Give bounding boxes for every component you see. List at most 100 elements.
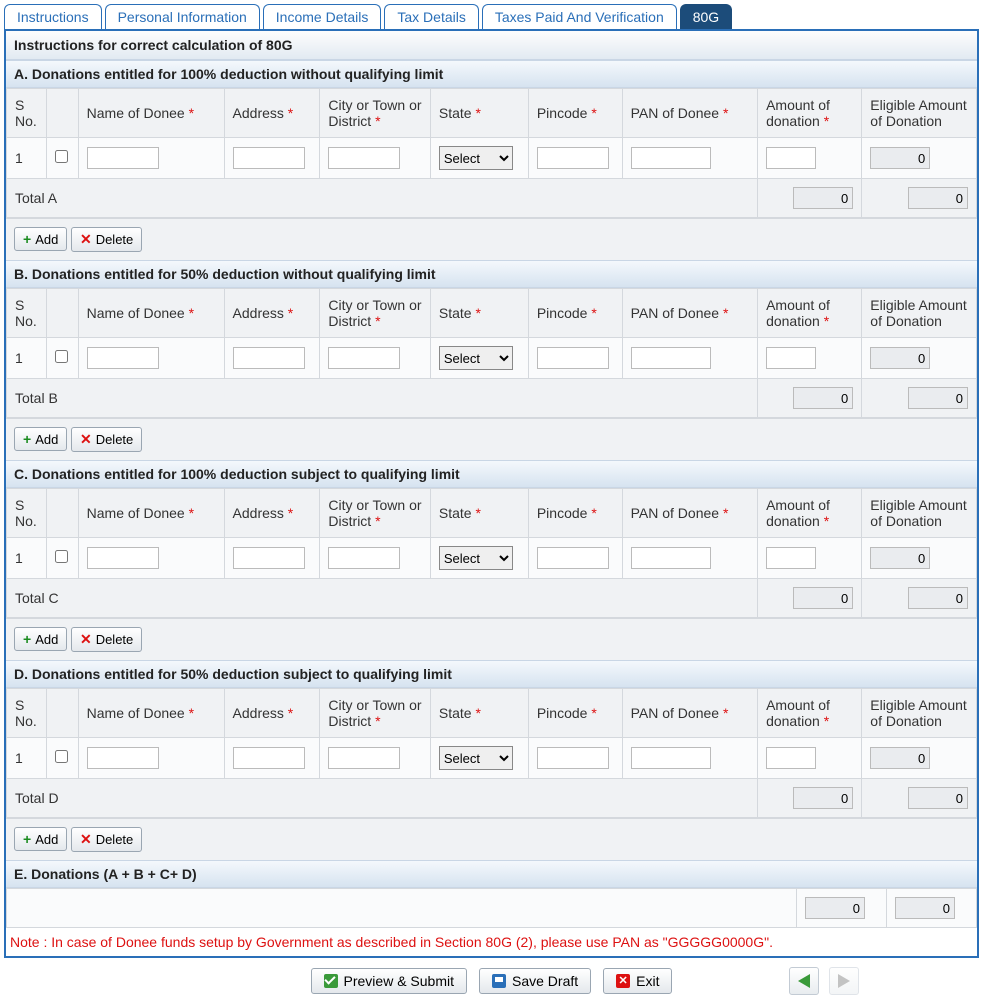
- table-row: 1 Select: [7, 138, 977, 179]
- amount-input[interactable]: [766, 547, 816, 569]
- col-eligible: Eligible Amount of Donation: [862, 89, 977, 138]
- section-b-table: S No. Name of Donee * Address * City or …: [6, 288, 977, 418]
- pan-input[interactable]: [631, 147, 711, 169]
- donee-input[interactable]: [87, 347, 159, 369]
- tab-income-details[interactable]: Income Details: [263, 4, 382, 29]
- section-d-table: S No. Name of Donee * Address * City or …: [6, 688, 977, 818]
- total-c-amount: [793, 587, 853, 609]
- address-input[interactable]: [233, 547, 305, 569]
- section-d-buttons: +Add ✕Delete: [6, 818, 977, 860]
- city-input[interactable]: [328, 347, 400, 369]
- amount-input[interactable]: [766, 747, 816, 769]
- save-draft-button[interactable]: Save Draft: [479, 968, 591, 994]
- pincode-input[interactable]: [537, 547, 609, 569]
- delete-button[interactable]: ✕Delete: [71, 227, 142, 252]
- state-select[interactable]: Select: [439, 746, 513, 770]
- donee-input[interactable]: [87, 547, 159, 569]
- state-select[interactable]: Select: [439, 546, 513, 570]
- add-button[interactable]: +Add: [14, 627, 67, 651]
- pincode-input[interactable]: [537, 747, 609, 769]
- exit-button[interactable]: ✕Exit: [603, 968, 672, 994]
- total-a-amount: [793, 187, 853, 209]
- prev-button[interactable]: [789, 967, 819, 995]
- table-header-row: S No. Name of Donee * Address * City or …: [7, 89, 977, 138]
- row-select-checkbox[interactable]: [55, 150, 68, 163]
- plus-icon: +: [23, 231, 31, 247]
- donee-input[interactable]: [87, 147, 159, 169]
- table-row: 1 Select: [7, 538, 977, 579]
- city-input[interactable]: [328, 147, 400, 169]
- tab-tax-details[interactable]: Tax Details: [384, 4, 478, 29]
- state-select[interactable]: Select: [439, 146, 513, 170]
- section-a-table: S No. Name of Donee * Address * City or …: [6, 88, 977, 218]
- plus-icon: +: [23, 431, 31, 447]
- preview-submit-button[interactable]: Preview & Submit: [311, 968, 467, 994]
- section-a-buttons: +Add ✕Delete: [6, 218, 977, 260]
- delete-button[interactable]: ✕Delete: [71, 627, 142, 652]
- total-b-amount: [793, 387, 853, 409]
- eligible-output: [870, 347, 930, 369]
- table-header-row: S No. Name of Donee * Address * City or …: [7, 289, 977, 338]
- exit-icon: ✕: [616, 974, 630, 988]
- eligible-output: [870, 147, 930, 169]
- pincode-input[interactable]: [537, 347, 609, 369]
- add-button[interactable]: +Add: [14, 227, 67, 251]
- tab-personal-information[interactable]: Personal Information: [105, 4, 260, 29]
- col-sno: S No.: [7, 89, 47, 138]
- section-a-heading: A. Donations entitled for 100% deduction…: [6, 60, 977, 88]
- delete-button[interactable]: ✕Delete: [71, 427, 142, 452]
- add-button[interactable]: +Add: [14, 427, 67, 451]
- city-input[interactable]: [328, 747, 400, 769]
- total-e-amount: [805, 897, 865, 919]
- table-row: [7, 889, 977, 928]
- x-icon: ✕: [80, 631, 92, 648]
- next-button[interactable]: [829, 967, 859, 995]
- arrow-right-icon: [838, 974, 850, 988]
- pan-input[interactable]: [631, 347, 711, 369]
- tab-instructions[interactable]: Instructions: [4, 4, 102, 29]
- col-select: [47, 89, 78, 138]
- donee-input[interactable]: [87, 747, 159, 769]
- address-input[interactable]: [233, 747, 305, 769]
- section-b-heading: B. Donations entitled for 50% deduction …: [6, 260, 977, 288]
- row-select-checkbox[interactable]: [55, 750, 68, 763]
- address-input[interactable]: [233, 147, 305, 169]
- pincode-input[interactable]: [537, 147, 609, 169]
- table-row: 1 Select: [7, 338, 977, 379]
- note-text: Note : In case of Donee funds setup by G…: [6, 928, 977, 956]
- table-header-row: S No. Name of Donee * Address * City or …: [7, 489, 977, 538]
- bottom-action-bar: Preview & Submit Save Draft ✕Exit: [4, 968, 979, 994]
- section-c-heading: C. Donations entitled for 100% deduction…: [6, 460, 977, 488]
- page-title: Instructions for correct calculation of …: [6, 31, 977, 60]
- pan-input[interactable]: [631, 547, 711, 569]
- pan-input[interactable]: [631, 747, 711, 769]
- amount-input[interactable]: [766, 347, 816, 369]
- state-select[interactable]: Select: [439, 346, 513, 370]
- total-e-eligible: [895, 897, 955, 919]
- eligible-output: [870, 547, 930, 569]
- amount-input[interactable]: [766, 147, 816, 169]
- total-c-eligible: [908, 587, 968, 609]
- tab-taxes-paid-verification[interactable]: Taxes Paid And Verification: [482, 4, 677, 29]
- plus-icon: +: [23, 631, 31, 647]
- table-header-row: S No. Name of Donee * Address * City or …: [7, 689, 977, 738]
- total-d-amount: [793, 787, 853, 809]
- section-e-table: [6, 888, 977, 928]
- x-icon: ✕: [80, 831, 92, 848]
- row-select-checkbox[interactable]: [55, 550, 68, 563]
- delete-button[interactable]: ✕Delete: [71, 827, 142, 852]
- col-state: State *: [430, 89, 528, 138]
- section-e-heading: E. Donations (A + B + C+ D): [6, 860, 977, 888]
- section-c-buttons: +Add ✕Delete: [6, 618, 977, 660]
- row-select-checkbox[interactable]: [55, 350, 68, 363]
- col-city: City or Town or District *: [320, 89, 430, 138]
- add-button[interactable]: +Add: [14, 827, 67, 851]
- col-pincode: Pincode *: [528, 89, 622, 138]
- city-input[interactable]: [328, 547, 400, 569]
- tab-80g[interactable]: 80G: [680, 4, 732, 29]
- panel-80g: Instructions for correct calculation of …: [4, 29, 979, 958]
- address-input[interactable]: [233, 347, 305, 369]
- row-number: 1: [7, 138, 47, 179]
- col-donee: Name of Donee *: [78, 89, 224, 138]
- x-icon: ✕: [80, 231, 92, 248]
